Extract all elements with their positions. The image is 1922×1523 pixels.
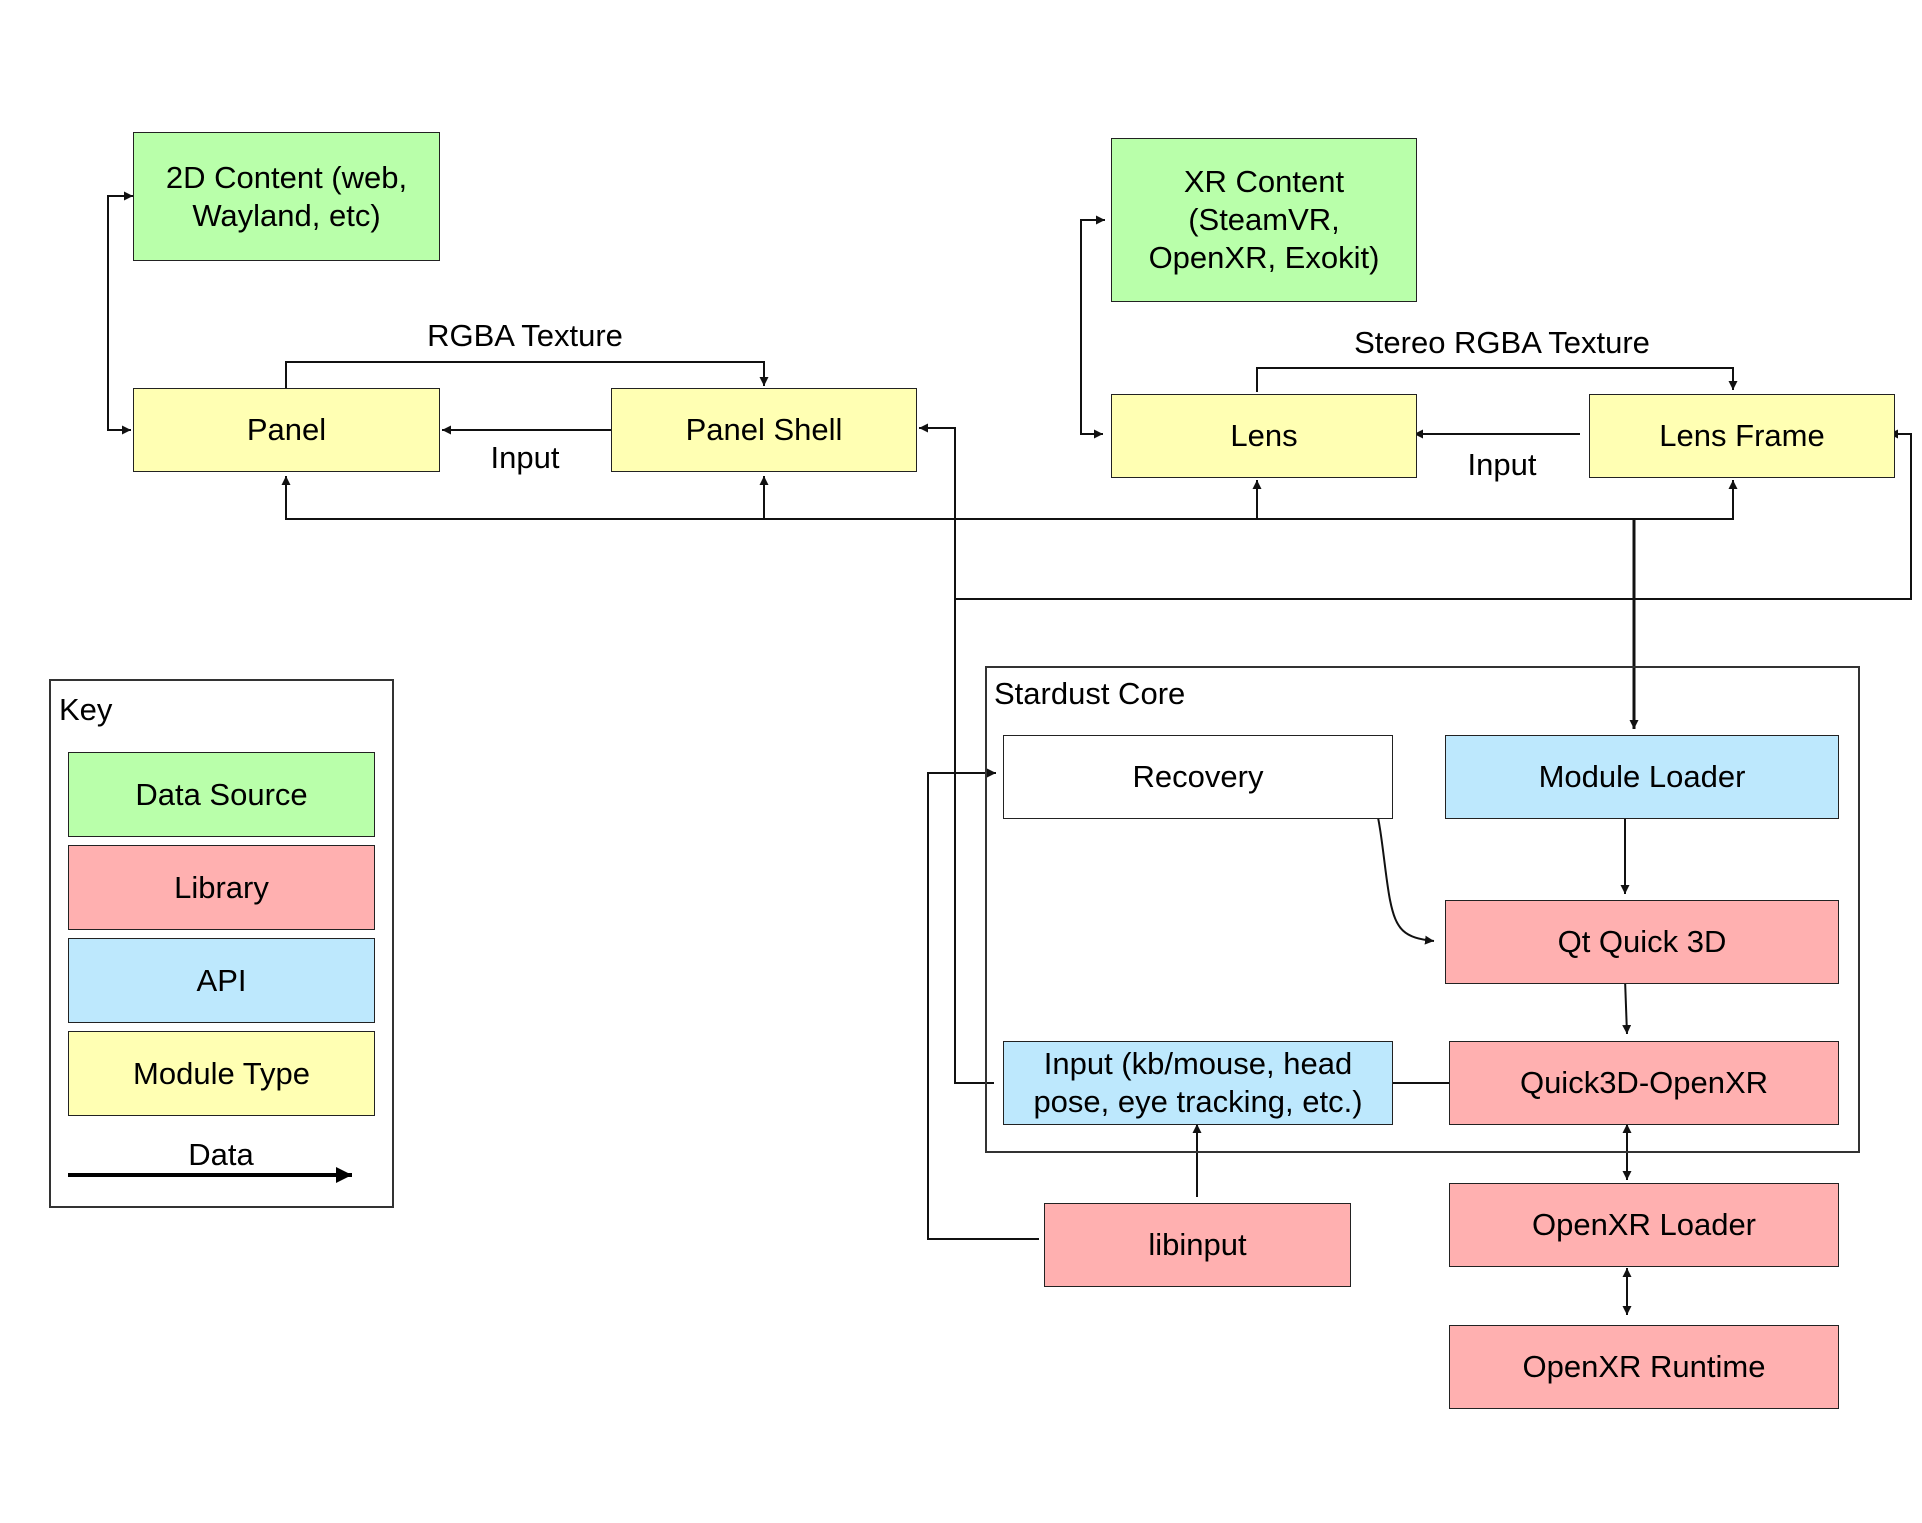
node-recovery: Recovery	[1003, 735, 1393, 819]
node-qt-quick-3d-label: Qt Quick 3D	[1557, 924, 1727, 959]
legend-item-data-source: Data Source	[68, 752, 375, 837]
node-openxr-loader: OpenXR Loader	[1449, 1183, 1839, 1267]
node-panel-shell-label: Panel Shell	[685, 412, 843, 447]
node-lens-label: Lens	[1230, 418, 1298, 453]
edge-label-panel-input: Input	[490, 440, 560, 475]
node-libinput-label: libinput	[1148, 1227, 1247, 1262]
node-lens-frame-label: Lens Frame	[1659, 418, 1825, 453]
legend-item-label: API	[196, 962, 247, 998]
node-2d-content: 2D Content (web, Wayland, etc)	[133, 132, 440, 261]
node-lens-frame: Lens Frame	[1589, 394, 1895, 478]
edge-label-rgba-texture: RGBA Texture	[427, 318, 623, 353]
edge-xrcontent-lens	[1080, 215, 1105, 439]
node-module-loader: Module Loader	[1445, 735, 1839, 819]
node-xr-content: XR Content (SteamVR, OpenXR, Exokit)	[1111, 138, 1417, 302]
node-quick3d-openxr-label: Quick3D-OpenXR	[1519, 1065, 1769, 1100]
node-panel-label: Panel	[246, 412, 327, 447]
node-2d-content-label: 2D Content (web, Wayland, etc)	[165, 159, 408, 233]
legend-item-module-type: Module Type	[68, 1031, 375, 1116]
node-openxr-runtime: OpenXR Runtime	[1449, 1325, 1839, 1409]
legend-data-arrow-label: Data	[188, 1137, 254, 1172]
legend-item-api: API	[68, 938, 375, 1023]
node-quick3d-openxr: Quick3D-OpenXR	[1449, 1041, 1839, 1125]
node-panel-shell: Panel Shell	[611, 388, 917, 472]
edge-stereo-texture	[1256, 367, 1738, 392]
edge-bus-lensframe	[1634, 480, 1738, 520]
edge-label-stereo-rgba-texture: Stereo RGBA Texture	[1354, 325, 1650, 360]
node-input: Input (kb/mouse, head pose, eye tracking…	[1003, 1041, 1393, 1125]
node-qt-quick-3d: Qt Quick 3D	[1445, 900, 1839, 984]
edge-bus-panel	[281, 476, 1640, 520]
node-panel: Panel	[133, 388, 440, 472]
node-openxr-runtime-label: OpenXR Runtime	[1522, 1349, 1766, 1384]
stardust-core-title: Stardust Core	[994, 676, 1186, 711]
legend-item-label: Library	[174, 869, 269, 905]
edge-2dcontent-panel	[107, 191, 133, 435]
node-input-label: Input (kb/mouse, head pose, eye tracking…	[1033, 1046, 1363, 1119]
node-lens: Lens	[1111, 394, 1417, 478]
node-xr-content-label: XR Content (SteamVR, OpenXR, Exokit)	[1148, 164, 1380, 275]
edge-label-lens-input: Input	[1467, 447, 1537, 482]
node-module-loader-label: Module Loader	[1538, 759, 1746, 794]
node-libinput: libinput	[1044, 1203, 1351, 1287]
legend-item-label: Data Source	[135, 776, 308, 812]
node-recovery-label: Recovery	[1132, 759, 1264, 794]
edge-rgba-texture	[285, 361, 769, 388]
edge-input-to-shell	[919, 423, 994, 1084]
legend-title: Key	[59, 692, 113, 727]
node-openxr-loader-label: OpenXR Loader	[1531, 1207, 1757, 1242]
legend-item-library: Library	[68, 845, 375, 930]
legend-item-label: Module Type	[133, 1055, 310, 1091]
